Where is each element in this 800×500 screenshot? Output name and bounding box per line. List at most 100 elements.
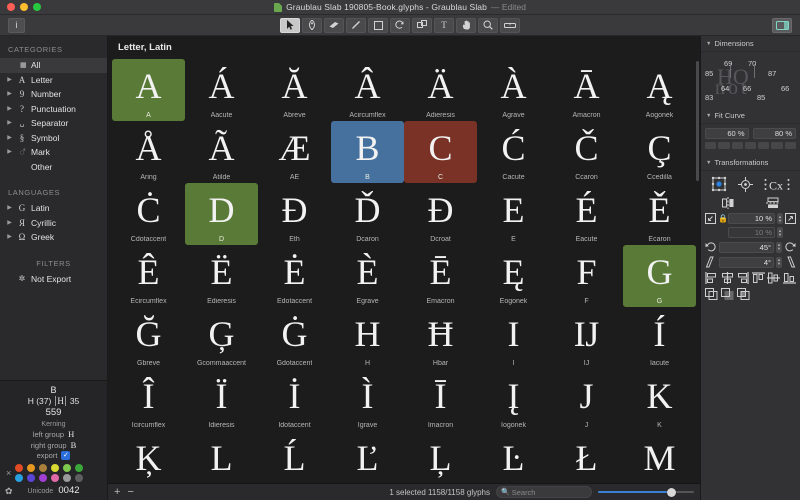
glyph-cell[interactable]: II (477, 307, 550, 369)
sidebar-item-not-export[interactable]: ✲ Not Export (0, 272, 107, 287)
glyph-cell[interactable]: ËEdieresis (185, 245, 258, 307)
chevron-right-icon[interactable]: ▶ (6, 106, 13, 112)
glyph-cell[interactable]: ĀAmacron (550, 59, 623, 121)
color-swatch[interactable] (51, 474, 59, 482)
glyph-cell[interactable]: ĎDcaron (331, 183, 404, 245)
scale-y-input[interactable]: 10 % (728, 227, 775, 238)
glyph-cell[interactable]: LL (185, 431, 258, 483)
glyph-grid-scroll[interactable]: AAÁAacuteĂAbreveÂAcircumflexÄAdieresisÀA… (108, 59, 700, 483)
glyph-cell[interactable]: ÈEgrave (331, 245, 404, 307)
sidebar-item-number[interactable]: ▶ 9 Number (0, 87, 107, 102)
glyph-cell[interactable]: ÀAgrave (477, 59, 550, 121)
glyph-cell[interactable]: ĿLdot (477, 431, 550, 483)
align-left-icon[interactable] (705, 272, 718, 284)
clear-color-button[interactable]: × (6, 469, 11, 478)
glyph-cell[interactable]: ĂAbreve (258, 59, 331, 121)
glyph-cell[interactable]: ÇCcedilla (623, 121, 696, 183)
glyph-cell[interactable]: İIdotaccent (258, 369, 331, 431)
fit-curve-preset[interactable] (758, 142, 769, 149)
transform-metrics-icon[interactable]: Cx (764, 177, 790, 192)
chevron-right-icon[interactable]: ▶ (6, 234, 13, 240)
chevron-right-icon[interactable]: ▶ (6, 91, 13, 97)
dim-value[interactable]: 66 (743, 84, 751, 93)
left-sidebearing-value[interactable]: H (37) (28, 396, 52, 406)
color-swatch[interactable] (75, 474, 83, 482)
glyph-cell[interactable]: ĪImacron (404, 369, 477, 431)
slant-right-icon[interactable] (784, 256, 796, 268)
lock-icon[interactable]: 🔒 (718, 214, 726, 223)
glyph-cell[interactable]: ĄAogonek (623, 59, 696, 121)
align-bottom-icon[interactable] (783, 272, 796, 284)
chevron-right-icon[interactable]: ▶ (6, 135, 13, 141)
dim-value[interactable]: 66 (781, 84, 789, 93)
union-icon[interactable] (705, 288, 718, 300)
sidebar-item-letter[interactable]: ▶ A Letter (0, 73, 107, 88)
chevron-right-icon[interactable]: ▶ (6, 120, 13, 126)
glyph-cell[interactable]: ÆAE (258, 121, 331, 183)
export-checkbox[interactable]: ✓ (61, 451, 70, 460)
glyph-cell[interactable]: ĆCacute (477, 121, 550, 183)
fit-curve-preset[interactable] (771, 142, 782, 149)
glyph-cell[interactable]: ĢGcommaaccent (185, 307, 258, 369)
glyph-cell[interactable]: ĹLacute (258, 431, 331, 483)
text-tool[interactable]: T (434, 18, 454, 33)
dim-value[interactable]: 83 (705, 93, 713, 102)
hand-tool[interactable] (456, 18, 476, 33)
unicode-value[interactable]: 0042 (58, 485, 79, 496)
glyph-cell[interactable]: DD (185, 183, 258, 245)
glyph-cell[interactable]: MM (623, 431, 696, 483)
scale-x-input[interactable]: 10 % (728, 213, 775, 224)
color-swatch[interactable] (15, 474, 23, 482)
rotate-tool[interactable] (390, 18, 410, 33)
chevron-down-icon[interactable]: ▼ (706, 113, 711, 119)
draw-pen-tool[interactable] (302, 18, 322, 33)
glyph-cell[interactable]: ĘEogonek (477, 245, 550, 307)
glyph-cell[interactable]: ÅAring (112, 121, 185, 183)
glyph-cell[interactable]: GG (623, 245, 696, 307)
align-top-icon[interactable] (752, 272, 765, 284)
color-swatch[interactable] (27, 474, 35, 482)
chevron-right-icon[interactable]: ▶ (6, 77, 13, 83)
sidebar-item-punctuation[interactable]: ▶ ? Punctuation (0, 102, 107, 117)
chevron-down-icon[interactable]: ▼ (706, 41, 711, 47)
zoom-slider[interactable] (598, 486, 694, 498)
glyph-cell[interactable]: ĐDcroat (404, 183, 477, 245)
left-group-value[interactable]: H (68, 429, 74, 439)
glyph-cell[interactable]: ČCcaron (550, 121, 623, 183)
transform-anchor-icon[interactable] (711, 176, 727, 192)
remove-glyph-button[interactable]: − (127, 487, 133, 498)
scale-up-icon[interactable] (785, 213, 796, 224)
grid-scrollbar[interactable] (696, 61, 699, 481)
dim-value[interactable]: 85 (757, 93, 765, 102)
sidebar-item-symbol[interactable]: ▶ § Symbol (0, 131, 107, 146)
color-swatch[interactable] (75, 464, 83, 472)
glyph-cell[interactable]: ĞGbreve (112, 307, 185, 369)
fit-curve-right-value[interactable]: 80 % (753, 128, 797, 139)
chevron-right-icon[interactable]: ▶ (6, 220, 13, 226)
dim-value[interactable]: 64 (721, 84, 729, 93)
add-glyph-button[interactable]: + (114, 487, 120, 498)
scale-x-stepper[interactable]: ▲▼ (777, 213, 783, 224)
fit-curve-preset[interactable] (705, 142, 716, 149)
color-swatch[interactable] (15, 464, 23, 472)
glyph-cell[interactable]: ÎIcircumflex (112, 369, 185, 431)
fit-curve-preset[interactable] (718, 142, 729, 149)
glyph-cell[interactable]: ĻLcommaaccent (404, 431, 477, 483)
chevron-right-icon[interactable]: ▶ (6, 149, 13, 155)
slant-stepper[interactable]: ▲▼ (776, 257, 782, 268)
glyph-cell[interactable]: FF (550, 245, 623, 307)
fit-curve-preset[interactable] (785, 142, 796, 149)
dim-value[interactable]: 70 (748, 59, 756, 68)
glyph-cell[interactable]: ÌIgrave (331, 369, 404, 431)
color-swatch[interactable] (51, 464, 59, 472)
rotate-ccw-icon[interactable] (705, 241, 717, 253)
glyph-cell[interactable]: ÁAacute (185, 59, 258, 121)
search-input[interactable]: 🔍 Search (496, 486, 592, 498)
glyph-cell[interactable]: AA (112, 59, 185, 121)
glyph-cell[interactable]: ĒEmacron (404, 245, 477, 307)
close-button[interactable] (7, 3, 15, 11)
color-swatch[interactable] (63, 474, 71, 482)
slant-input[interactable]: 4° (719, 257, 774, 268)
scale-down-icon[interactable] (705, 213, 716, 224)
scrollbar-thumb[interactable] (696, 61, 699, 181)
